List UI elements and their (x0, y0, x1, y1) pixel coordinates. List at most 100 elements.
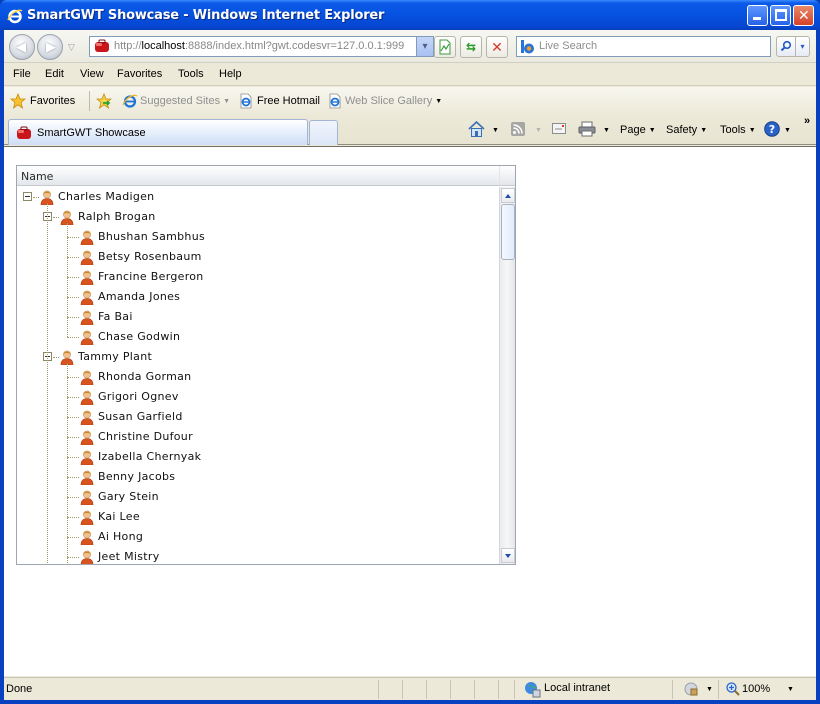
chevron-down-icon: ▼ (748, 127, 756, 134)
tab-label: SmartGWT Showcase (37, 127, 146, 139)
favorites-button[interactable]: Favorites (30, 95, 75, 107)
address-url: http://localhost:8888/index.html?gwt.cod… (114, 40, 405, 52)
tree-node-label: Jeet Mistry (98, 550, 160, 563)
tree-row[interactable]: Gary Stein (17, 487, 499, 507)
search-button[interactable] (776, 36, 796, 57)
minimize-button[interactable] (747, 5, 768, 26)
address-dropdown-button[interactable]: ▾ (416, 37, 433, 56)
tree-row[interactable]: Christine Dufour (17, 427, 499, 447)
column-header-name[interactable]: Name (21, 170, 53, 183)
tree-node-label: Amanda Jones (98, 290, 181, 303)
tree-connector (67, 363, 68, 564)
chevron-down-icon: ▼ (706, 686, 713, 693)
tree-row[interactable]: Amanda Jones (17, 287, 499, 307)
page-menu[interactable]: Page ▼ (620, 124, 656, 136)
address-input[interactable]: http://localhost:8888/index.html?gwt.cod… (89, 36, 434, 57)
favorite-free-hotmail[interactable]: Free Hotmail (257, 95, 320, 107)
vertical-scrollbar[interactable] (499, 187, 515, 564)
tree-row[interactable]: Rhonda Gorman (17, 367, 499, 387)
person-icon (79, 509, 95, 526)
rss-feed-icon[interactable] (511, 122, 525, 136)
tree-connector (47, 203, 48, 564)
menu-favorites[interactable]: Favorites (117, 68, 162, 80)
read-mail-icon[interactable] (552, 123, 566, 134)
print-dropdown[interactable]: ▼ (600, 124, 610, 136)
tree-row[interactable]: Susan Garfield (17, 407, 499, 427)
menu-file[interactable]: File (13, 68, 31, 80)
status-pane-divider (426, 680, 427, 699)
back-button[interactable]: ◀ (9, 34, 35, 60)
person-icon (79, 429, 95, 446)
favorite-suggested-sites[interactable]: Suggested Sites ▼ (140, 95, 230, 107)
maximize-button[interactable] (770, 5, 791, 26)
help-icon[interactable]: ? (764, 121, 780, 137)
employee-tree-grid: Name Charles Madigen Ralph Brogan Bhushan … (16, 165, 516, 565)
tools-menu[interactable]: Tools ▼ (720, 124, 756, 136)
tree-node-label: Izabella Chernyak (98, 450, 202, 463)
recent-pages-dropdown[interactable]: ▽ (68, 42, 75, 53)
security-zone[interactable]: Local intranet (544, 682, 610, 694)
toolbar-overflow-button[interactable]: » (804, 115, 810, 127)
chevron-down-icon: ▼ (223, 98, 231, 105)
address-toolbar: ◀ ▶ ▽ http://localhost:8888/index.html?g… (4, 30, 816, 63)
stop-button[interactable]: ✕ (486, 36, 508, 58)
tree-row[interactable]: Ai Hong (17, 527, 499, 547)
title-bar[interactable]: SmartGWT Showcase - Windows Internet Exp… (0, 0, 820, 30)
help-dropdown[interactable]: ▼ (781, 124, 791, 136)
tree-row[interactable]: Tammy Plant (17, 347, 499, 367)
tree-row[interactable]: Kai Lee (17, 507, 499, 527)
tree-row[interactable]: Bhushan Sambhus (17, 227, 499, 247)
search-input[interactable]: Live Search (516, 36, 771, 57)
chevron-down-icon: ▼ (784, 127, 791, 134)
forward-button[interactable]: ▶ (37, 34, 63, 60)
add-to-favorites-bar-icon[interactable] (96, 93, 112, 109)
print-icon[interactable] (578, 121, 596, 137)
smartgwt-favicon-icon (17, 126, 31, 139)
person-icon (79, 389, 95, 406)
arrow-up-icon (505, 194, 511, 198)
person-icon (79, 309, 95, 326)
tree-row[interactable]: Ralph Brogan (17, 207, 499, 227)
scrollbar-thumb[interactable] (501, 204, 515, 260)
chevron-down-icon: ▼ (435, 98, 443, 105)
scroll-down-button[interactable] (501, 548, 515, 563)
scroll-up-button[interactable] (501, 188, 515, 203)
tree-row[interactable]: Jeet Mistry (17, 547, 499, 564)
menu-help[interactable]: Help (219, 68, 242, 80)
favorite-web-slice-gallery[interactable]: Web Slice Gallery ▼ (345, 95, 442, 107)
feed-dropdown[interactable]: ▼ (532, 124, 542, 136)
menu-edit[interactable]: Edit (45, 68, 64, 80)
menu-tools[interactable]: Tools (178, 68, 204, 80)
tree-connector (67, 277, 79, 278)
close-button[interactable]: ✕ (793, 5, 814, 26)
tree-row[interactable]: Betsy Rosenbaum (17, 247, 499, 267)
zoom-level[interactable]: 100% (742, 683, 770, 695)
tree-node-label: Christine Dufour (98, 430, 193, 443)
tree-row[interactable]: Charles Madigen (17, 187, 499, 207)
menu-view[interactable]: View (80, 68, 104, 80)
new-tab-button[interactable] (309, 120, 338, 145)
tree-node-label: Francine Bergeron (98, 270, 204, 283)
collapse-toggle-icon[interactable] (23, 192, 32, 201)
compatibility-view-button[interactable] (434, 36, 456, 58)
tab-smartgwt-showcase[interactable]: SmartGWT Showcase (8, 119, 308, 145)
protected-mode-icon[interactable] (684, 682, 699, 697)
home-dropdown[interactable]: ▼ (489, 124, 499, 136)
search-options-dropdown[interactable]: ▾ (796, 36, 810, 57)
zoom-dropdown[interactable]: ▼ (784, 683, 794, 695)
refresh-button[interactable]: ⇆ (460, 36, 482, 58)
stop-icon: ✕ (491, 39, 503, 55)
tree-node-label: Ai Hong (98, 530, 144, 543)
maximize-icon (775, 9, 787, 21)
tree-row[interactable]: Chase Godwin (17, 327, 499, 347)
tree-row[interactable]: Izabella Chernyak (17, 447, 499, 467)
tree-node-label: Betsy Rosenbaum (98, 250, 202, 263)
tree-row[interactable]: Francine Bergeron (17, 267, 499, 287)
tree-row[interactable]: Fa Bai (17, 307, 499, 327)
protected-mode-dropdown[interactable]: ▼ (703, 683, 713, 695)
home-icon[interactable] (468, 121, 485, 137)
tree-row[interactable]: Grigori Ognev (17, 387, 499, 407)
tree-row[interactable]: Benny Jacobs (17, 467, 499, 487)
safety-menu[interactable]: Safety ▼ (666, 124, 707, 136)
status-bar: Done Local intranet ▼ 100% ▼ (4, 677, 816, 700)
